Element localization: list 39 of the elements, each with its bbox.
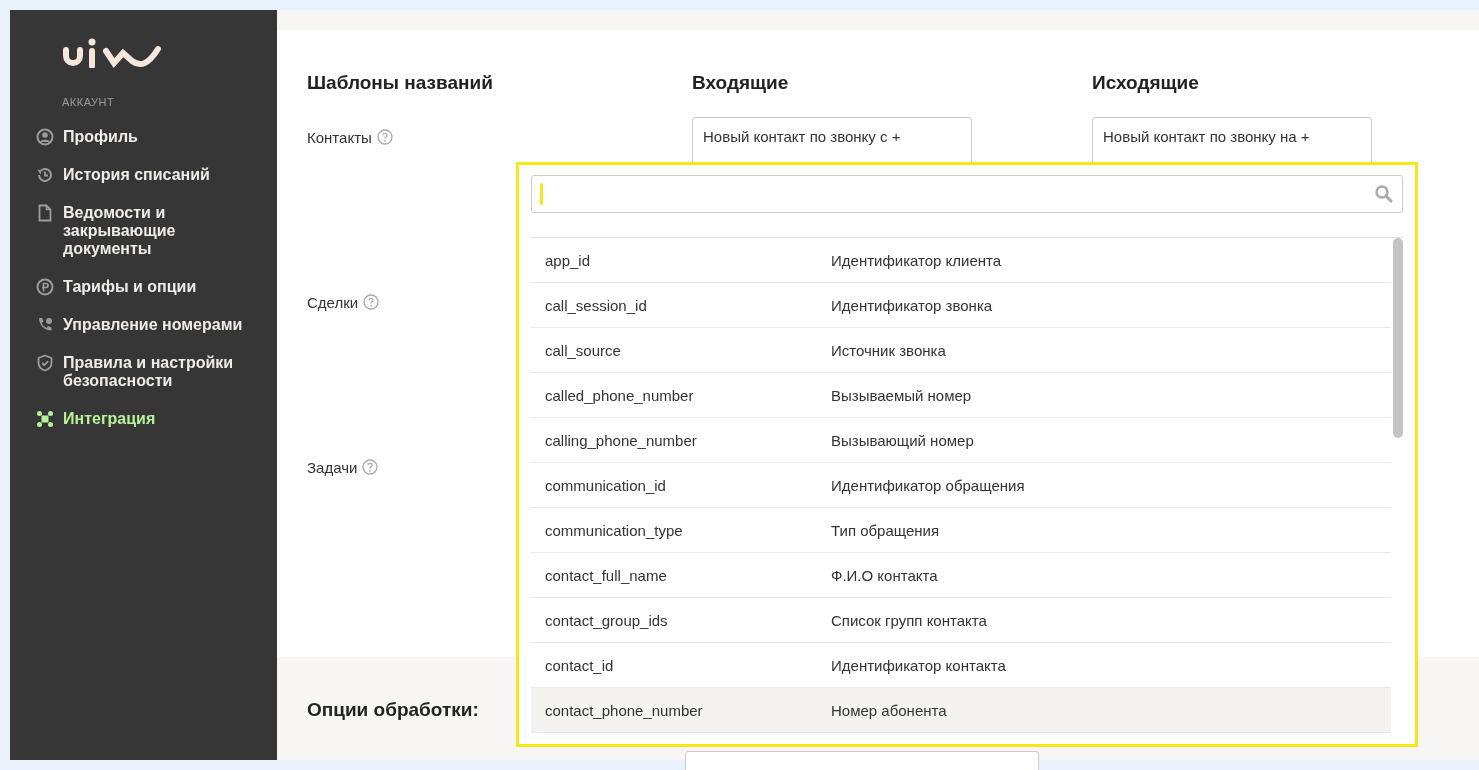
logo-icon [62,38,162,68]
search-field[interactable] [531,175,1403,213]
ruble-icon [36,278,54,296]
nav-item[interactable]: Тарифы и опции [36,278,197,296]
row-label: Сделки [307,294,359,311]
scrollbar[interactable] [1393,238,1403,438]
variable-option[interactable]: contact_full_name Ф.И.О контакта [531,553,1391,598]
nav-item[interactable]: История списаний [36,166,210,184]
variable-option[interactable]: call_source Источник звонка [531,328,1391,373]
nav-item[interactable]: Интеграция [36,410,156,428]
row-label: Задачи [307,459,358,476]
search-icon[interactable] [1374,184,1394,204]
variable-option[interactable]: calling_phone_number Вызывающий номер [531,418,1391,463]
variable-option[interactable]: call_session_id Идентификатор звонка [531,283,1391,328]
section-title: Шаблоны названий [307,72,494,94]
nav-item[interactable]: Ведомости и закрывающие документы [36,204,243,258]
nav-item[interactable]: Правила и настройки безопасности [36,354,243,390]
help-icon[interactable] [362,459,379,475]
variable-option[interactable]: communication_id Идентификатор обращения [531,463,1391,508]
variable-option[interactable]: contact_phone_number Номер абонента [531,688,1391,733]
nav-item[interactable]: Профиль [36,128,138,146]
phone-icon [36,316,54,334]
shield-icon [36,354,54,372]
section-title: Опции обработки: [307,699,479,721]
help-icon[interactable] [376,129,393,145]
history-icon [36,166,54,184]
document-icon [36,204,54,222]
column-heading: Исходящие [1092,72,1200,94]
profile-icon [36,128,54,146]
variable-option[interactable]: communication_type Тип обращения [531,508,1391,553]
variable-option[interactable]: called_phone_number Вызываемый номер [531,373,1391,418]
section-label: АККАУНТ [62,96,116,108]
nav-item[interactable]: Управление номерами [36,316,243,334]
column-heading: Входящие [692,72,790,94]
variable-option[interactable]: app_id Идентификатор клиента [531,238,1391,283]
variable-option[interactable]: contact_group_ids Список групп контакта [531,598,1391,643]
help-icon[interactable] [363,294,380,310]
input-field[interactable] [685,751,1039,770]
row-label: Контакты [307,129,372,146]
